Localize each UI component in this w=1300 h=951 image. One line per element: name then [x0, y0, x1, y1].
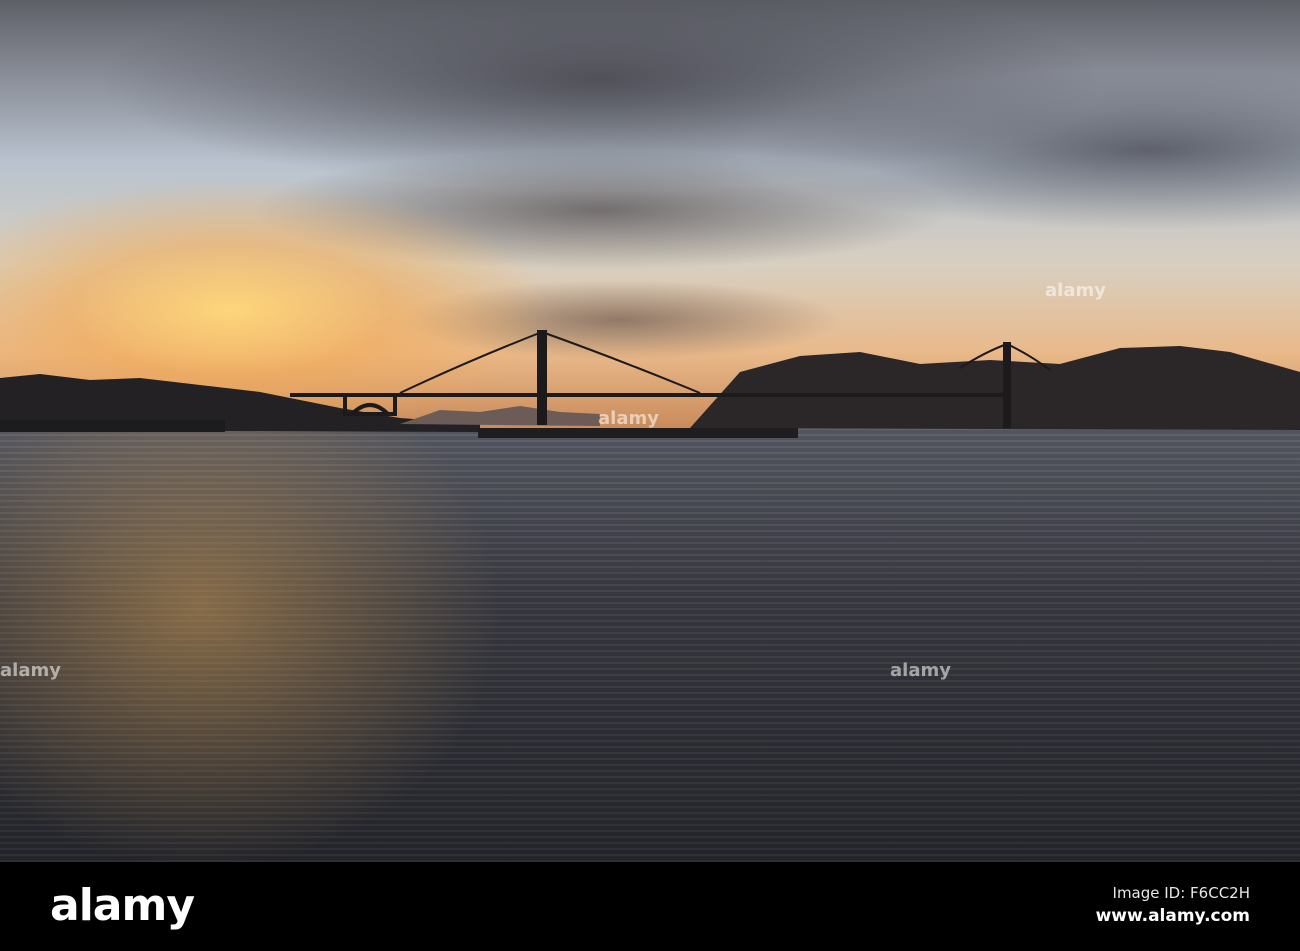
marin-headlands	[690, 346, 1300, 430]
stock-photo: alamy alamy alamy alamy	[0, 0, 1300, 862]
distant-hills	[400, 406, 600, 426]
south-tower	[537, 330, 547, 425]
watermark-overlay: alamy	[0, 660, 61, 681]
bridge-deck	[290, 393, 1010, 397]
breakwater	[478, 428, 798, 438]
watermark-overlay: alamy	[890, 660, 951, 681]
alamy-logo: alamy	[50, 880, 195, 931]
alamy-footer-bar: alamy Image ID: F6CC2H www.alamy.com	[0, 862, 1300, 951]
north-tower	[1003, 342, 1011, 428]
image-id-label: Image ID: F6CC2H	[1112, 884, 1250, 902]
alamy-url: www.alamy.com	[1095, 906, 1250, 926]
marina	[0, 420, 225, 432]
bridge-and-hills-silhouette	[0, 330, 1300, 438]
watermark-overlay: alamy	[1045, 280, 1106, 301]
watermark-overlay: alamy	[598, 408, 659, 429]
